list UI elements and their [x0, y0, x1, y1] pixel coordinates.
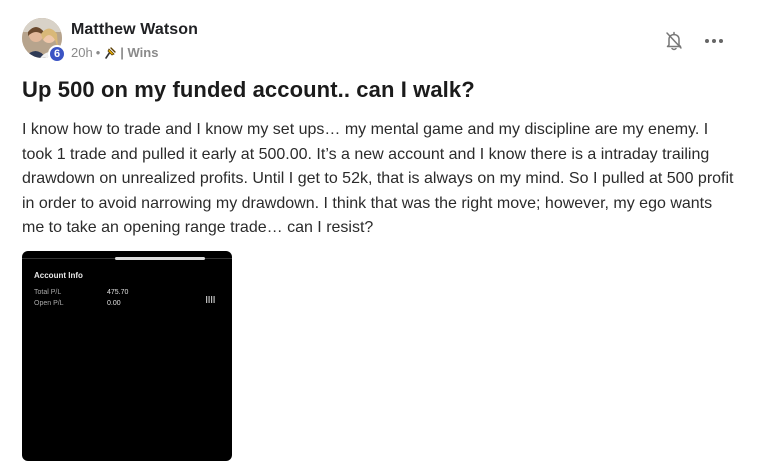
post-category[interactable]: | Wins — [120, 45, 158, 60]
pin-icon — [103, 46, 117, 60]
attachment-heading: Account Info — [34, 271, 83, 280]
post-time: 20h — [71, 45, 93, 60]
attachment-image[interactable]: Account Info Total P/L 475.70 Open P/L 0… — [22, 251, 232, 461]
attachment-top-bar — [115, 257, 205, 260]
author-name[interactable]: Matthew Watson — [71, 21, 198, 39]
attachment-row-value: 475.70 — [107, 289, 129, 296]
meta-separator: • — [95, 45, 101, 60]
avatar-wrap[interactable]: 6 — [22, 18, 66, 63]
level-badge: 6 — [48, 45, 66, 63]
post-body: I know how to trade and I know my set up… — [22, 121, 734, 236]
post-title[interactable]: Up 500 on my funded account.. can I walk… — [22, 77, 475, 103]
post-header: 6 Matthew Watson 20h • | Wins — [22, 18, 198, 63]
attachment-row-label: Total P/L — [34, 289, 62, 296]
bell-off-icon[interactable] — [665, 31, 683, 51]
post-meta: 20h • | Wins — [71, 45, 198, 60]
attachment-row-label: Open P/L — [34, 300, 64, 307]
attachment-row-value: 0.00 — [107, 300, 121, 307]
more-dots-icon[interactable] — [704, 32, 724, 50]
author-block: Matthew Watson 20h • | Wins — [71, 21, 198, 60]
columns-icon — [206, 290, 216, 303]
